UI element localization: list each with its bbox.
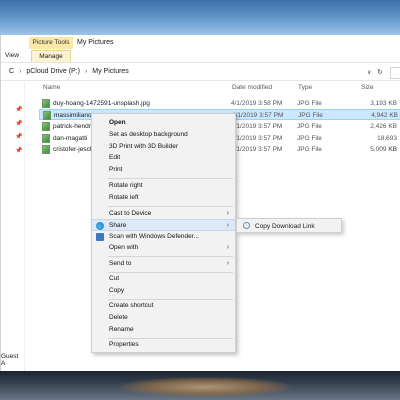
chevron-right-icon: › [226, 244, 229, 251]
file-size: 3,193 KB [370, 100, 397, 107]
menu-separator [108, 178, 233, 179]
file-date: 4/1/2019 3:57 PM [231, 135, 283, 142]
menu-item-copy[interactable]: Copy [92, 285, 235, 297]
file-name: patrick-hendr [53, 123, 91, 130]
tab-view[interactable]: View [5, 50, 19, 62]
file-date: 4/1/2019 3:57 PM [231, 123, 283, 130]
breadcrumb-pc[interactable]: C [9, 68, 14, 75]
pcloud-icon [96, 222, 104, 230]
column-header-size[interactable]: Size [361, 84, 374, 94]
pin-icon[interactable]: 📌 [15, 120, 22, 127]
column-header-type[interactable]: Type [298, 84, 312, 94]
file-type: JPG File [297, 123, 322, 130]
wallpaper-wave [120, 377, 290, 397]
search-input[interactable] [390, 67, 400, 79]
column-header-name[interactable]: Name [43, 84, 60, 94]
window-title: My Pictures [77, 39, 114, 46]
desktop-wallpaper-top [0, 0, 400, 35]
refresh-icon[interactable]: ↻ [377, 68, 383, 76]
menu-item-properties[interactable]: Properties [92, 339, 235, 351]
file-type: JPG File [297, 135, 322, 142]
chevron-down-icon[interactable]: ∨ [367, 69, 371, 76]
file-size: 2,426 KB [370, 123, 397, 130]
file-date: 4/1/2019 3:58 PM [231, 100, 283, 107]
menu-item-delete[interactable]: Delete [92, 312, 235, 324]
menu-item-rotate-left[interactable]: Rotate left [92, 192, 235, 204]
file-type: JPG File [297, 146, 322, 153]
menu-item-rename[interactable]: Rename [92, 324, 235, 336]
breadcrumb-separator-icon[interactable]: › [85, 68, 87, 75]
file-name: dan-magatti [53, 135, 88, 142]
file-name: massimiliano [54, 112, 92, 119]
pin-icon[interactable]: 📌 [15, 106, 22, 113]
tab-manage[interactable]: Manage [31, 50, 71, 62]
menu-item-print[interactable]: Print [92, 164, 235, 176]
file-type: JPG File [298, 112, 323, 119]
menu-item-share[interactable]: Share › [92, 219, 235, 231]
table-row[interactable]: duy-hoang-1472591-unsplash.jpg 4/1/2019 … [39, 98, 400, 109]
file-size: 4,942 KB [371, 112, 398, 119]
breadcrumb-separator-icon[interactable]: › [19, 68, 21, 75]
image-file-icon [42, 122, 50, 131]
file-name: duy-hoang-1472591-unsplash.jpg [53, 100, 150, 107]
context-menu: Open Set as desktop background 3D Print … [91, 113, 236, 353]
menu-separator [108, 256, 233, 257]
file-size: 5,009 KB [370, 146, 397, 153]
menu-item-rotate-right[interactable]: Rotate right [92, 180, 235, 192]
pin-icon[interactable]: 📌 [15, 133, 22, 140]
file-date: 4/1/2019 3:57 PM [231, 146, 283, 153]
breadcrumb: C › pCloud Drive (P:) › My Pictures [9, 68, 129, 75]
share-submenu: Copy Download Link [236, 218, 342, 233]
chevron-right-icon: › [226, 260, 229, 267]
column-header-date[interactable]: Date modified [232, 84, 272, 94]
file-date: 4/1/2019 3:57 PM [232, 112, 284, 119]
address-bar[interactable]: C › pCloud Drive (P:) › My Pictures ∨ ↻ [1, 65, 400, 81]
pin-icon[interactable]: 📌 [15, 147, 22, 154]
picture-tools-tab-header[interactable]: Picture Tools [29, 37, 73, 49]
menu-item-edit[interactable]: Edit [92, 152, 235, 164]
menu-separator [108, 206, 233, 207]
defender-icon [96, 233, 104, 241]
menu-item-copy-download-link[interactable]: Copy Download Link [255, 219, 315, 234]
menu-item-send-to[interactable]: Send to › [92, 258, 235, 270]
nav-item-guest[interactable]: Guest A [1, 353, 24, 367]
file-type: JPG File [297, 100, 322, 107]
menu-item-open[interactable]: Open [92, 117, 235, 129]
ribbon: Picture Tools My Pictures View Manage [1, 35, 400, 63]
menu-item-create-shortcut[interactable]: Create shortcut [92, 300, 235, 312]
link-icon [243, 222, 250, 229]
image-file-icon [42, 134, 50, 143]
menu-item-open-with[interactable]: Open with › [92, 242, 235, 254]
file-name: cristofer-jesch [53, 146, 94, 153]
image-file-icon [43, 111, 51, 120]
image-file-icon [42, 145, 50, 154]
image-file-icon [42, 99, 50, 108]
breadcrumb-my-pictures[interactable]: My Pictures [92, 68, 129, 75]
menu-item-set-desktop-background[interactable]: Set as desktop background [92, 129, 235, 141]
navigation-pane: 📌 📌 📌 📌 Guest A MB [1, 82, 25, 383]
breadcrumb-pcloud-drive[interactable]: pCloud Drive (P:) [26, 68, 80, 75]
menu-item-cut[interactable]: Cut [92, 273, 235, 285]
desktop-wallpaper-bottom [0, 371, 400, 400]
